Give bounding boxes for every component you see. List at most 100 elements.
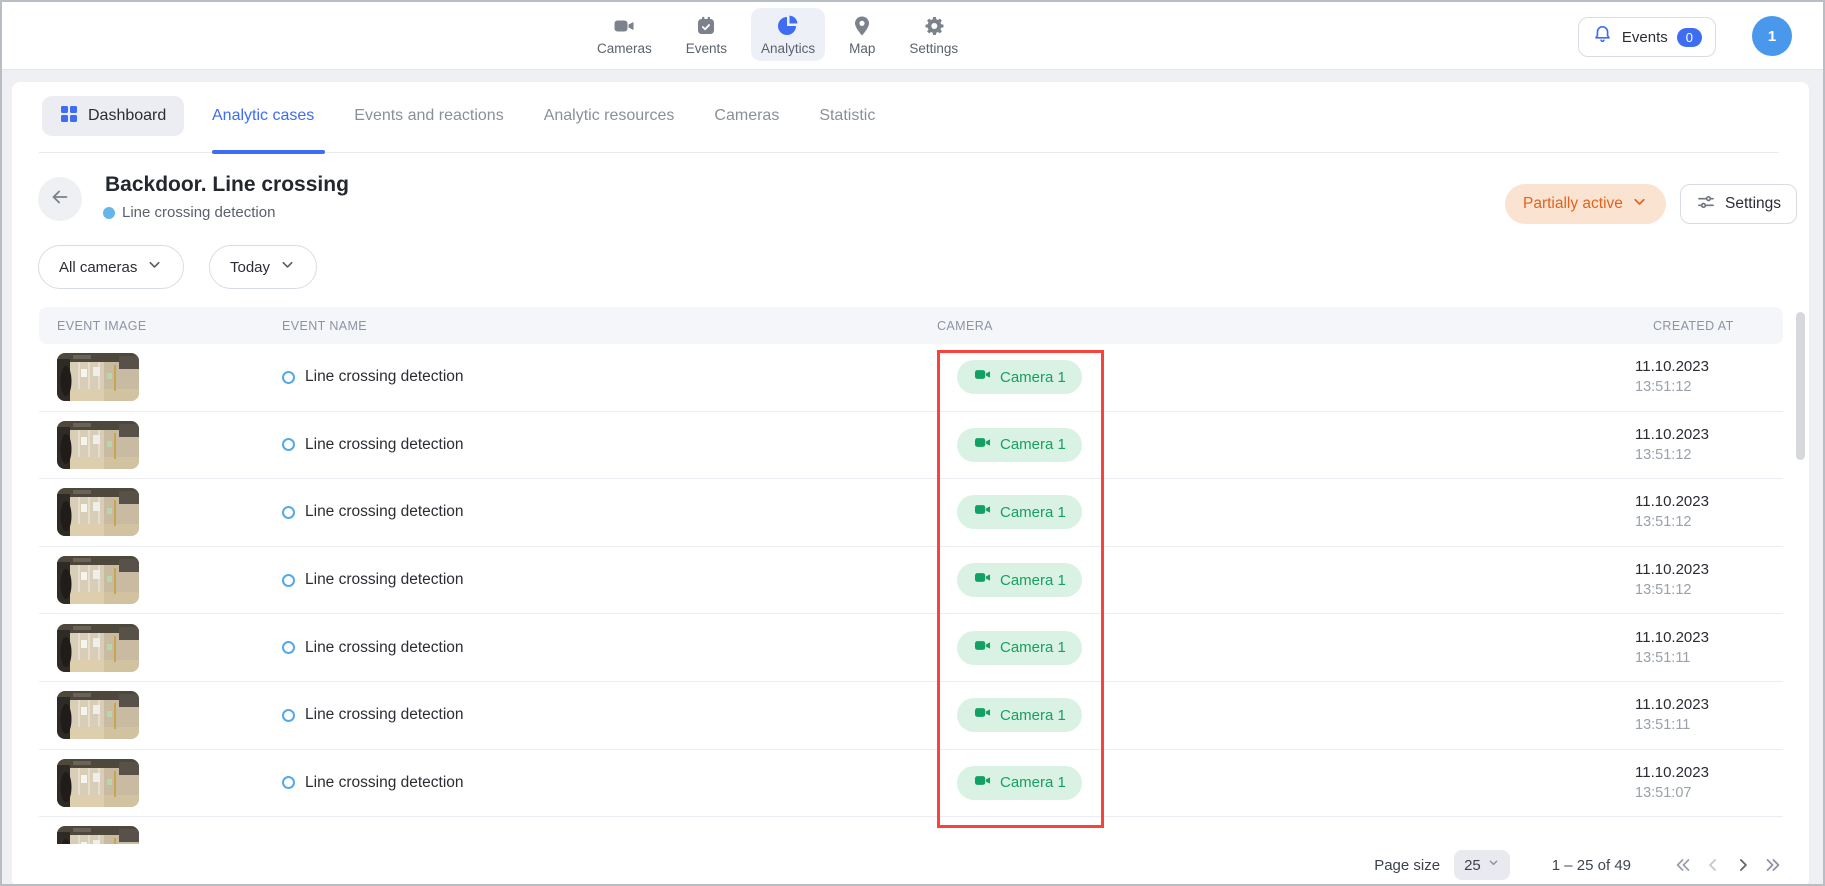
status-label: Partially active xyxy=(1523,195,1623,213)
camera-icon xyxy=(973,433,992,457)
chevron-down-icon xyxy=(1487,856,1500,874)
dashboard-button[interactable]: Dashboard xyxy=(42,96,184,136)
event-thumbnail[interactable] xyxy=(57,353,139,401)
tab-analytic-resources[interactable]: Analytic resources xyxy=(544,107,675,125)
table-row[interactable]: Line crossing detection Camera 1 11.10.2… xyxy=(39,750,1783,818)
page-size-dropdown[interactable]: 25 xyxy=(1454,850,1510,880)
main-navigation: Cameras Events Analytics Map xyxy=(587,8,968,61)
camera-badge[interactable]: Camera 1 xyxy=(957,563,1082,597)
table-row[interactable]: Line crossing detection Camera 1 11.10.2… xyxy=(39,547,1783,615)
event-time: 13:51:11 xyxy=(1635,648,1783,669)
tab-statistic[interactable]: Statistic xyxy=(819,107,875,125)
case-settings-label: Settings xyxy=(1725,195,1781,213)
pagination-buttons xyxy=(1673,855,1783,875)
camera-icon xyxy=(973,365,992,389)
event-image-cell xyxy=(39,624,264,672)
event-time: 13:51:12 xyxy=(1635,512,1783,533)
camera-badge[interactable]: Camera 1 xyxy=(957,631,1082,665)
event-name: Line crossing detection xyxy=(305,368,464,386)
nav-analytics[interactable]: Analytics xyxy=(751,8,825,61)
chevron-down-icon xyxy=(146,256,163,278)
camera-cell: Camera 1 xyxy=(919,563,1635,597)
status-dropdown[interactable]: Partially active xyxy=(1505,184,1666,224)
previous-page-button[interactable] xyxy=(1703,855,1723,875)
case-settings-button[interactable]: Settings xyxy=(1680,184,1797,224)
event-date: 11.10.2023 xyxy=(1635,762,1783,783)
nav-events[interactable]: Events xyxy=(676,8,737,61)
user-avatar[interactable]: 1 xyxy=(1752,16,1792,56)
event-thumbnail[interactable] xyxy=(57,488,139,536)
created-at-cell: 11.10.2023 13:51:11 xyxy=(1635,694,1783,736)
event-date: 11.10.2023 xyxy=(1635,356,1783,377)
last-page-button[interactable] xyxy=(1763,855,1783,875)
event-type-ring-icon xyxy=(282,709,295,722)
tab-analytic-cases[interactable]: Analytic cases xyxy=(212,107,314,125)
created-at-cell: 11.10.2023 13:51:12 xyxy=(1635,491,1783,533)
event-image-cell xyxy=(39,353,264,401)
nav-map[interactable]: Map xyxy=(839,8,885,61)
event-image-cell xyxy=(39,421,264,469)
camera-name: Camera 1 xyxy=(1000,572,1066,589)
created-at-cell: 11.10.2023 13:51:07 xyxy=(1635,762,1783,804)
event-time: 13:51:12 xyxy=(1635,377,1783,398)
next-page-button[interactable] xyxy=(1733,855,1753,875)
camera-icon xyxy=(973,703,992,727)
nav-cameras[interactable]: Cameras xyxy=(587,8,662,61)
camera-cell: Camera 1 xyxy=(919,766,1635,800)
nav-label: Events xyxy=(686,41,727,56)
sliders-icon xyxy=(1696,192,1716,217)
table-row[interactable]: Line crossing detection Camera 1 11.10.2… xyxy=(39,412,1783,480)
camera-badge[interactable]: Camera 1 xyxy=(957,495,1082,529)
calendar-check-icon xyxy=(694,14,718,38)
tab-events-and-reactions[interactable]: Events and reactions xyxy=(354,107,503,125)
table-body: Line crossing detection Camera 1 11.10.2… xyxy=(39,344,1783,847)
page-title: Backdoor. Line crossing xyxy=(105,173,349,197)
camera-badge[interactable]: Camera 1 xyxy=(957,698,1082,732)
events-table: EVENT IMAGE EVENT NAME CAMERA CREATED AT xyxy=(39,307,1783,847)
event-type-ring-icon xyxy=(282,506,295,519)
event-type-ring-icon xyxy=(282,776,295,789)
nav-label: Cameras xyxy=(597,41,652,56)
nav-label: Map xyxy=(849,41,875,56)
table-row[interactable]: Line crossing detection Camera 1 11.10.2… xyxy=(39,479,1783,547)
vertical-scrollbar-thumb[interactable] xyxy=(1796,312,1805,460)
camera-name: Camera 1 xyxy=(1000,436,1066,453)
back-button[interactable] xyxy=(38,177,82,221)
event-name-cell: Line crossing detection xyxy=(264,571,919,589)
camera-cell: Camera 1 xyxy=(919,631,1635,665)
chevron-down-icon xyxy=(1631,193,1648,215)
event-time: 13:51:12 xyxy=(1635,580,1783,601)
created-at-cell: 11.10.2023 13:51:12 xyxy=(1635,559,1783,601)
event-thumbnail[interactable] xyxy=(57,759,139,807)
camera-icon xyxy=(973,771,992,795)
event-image-cell xyxy=(39,488,264,536)
event-image-cell xyxy=(39,556,264,604)
first-page-button[interactable] xyxy=(1673,855,1693,875)
event-name-cell: Line crossing detection xyxy=(264,436,919,454)
camera-filter-dropdown[interactable]: All cameras xyxy=(38,245,184,289)
table-row[interactable]: Line crossing detection Camera 1 11.10.2… xyxy=(39,682,1783,750)
event-name: Line crossing detection xyxy=(305,639,464,657)
event-thumbnail[interactable] xyxy=(57,691,139,739)
top-bar: Cameras Events Analytics Map xyxy=(2,2,1823,70)
event-date: 11.10.2023 xyxy=(1635,424,1783,445)
camera-badge[interactable]: Camera 1 xyxy=(957,766,1082,800)
tab-cameras[interactable]: Cameras xyxy=(714,107,779,125)
camera-name: Camera 1 xyxy=(1000,639,1066,656)
table-row[interactable]: Line crossing detection Camera 1 11.10.2… xyxy=(39,344,1783,412)
camera-icon xyxy=(973,568,992,592)
nav-settings[interactable]: Settings xyxy=(899,8,968,61)
event-type-ring-icon xyxy=(282,641,295,654)
events-notifications-button[interactable]: Events 0 xyxy=(1578,17,1716,57)
table-row[interactable]: Line crossing detection Camera 1 11.10.2… xyxy=(39,614,1783,682)
event-thumbnail[interactable] xyxy=(57,421,139,469)
date-filter-dropdown[interactable]: Today xyxy=(209,245,317,289)
gear-icon xyxy=(922,14,946,38)
camera-badge[interactable]: Camera 1 xyxy=(957,428,1082,462)
pie-chart-icon xyxy=(776,14,800,38)
event-thumbnail[interactable] xyxy=(57,556,139,604)
camera-badge[interactable]: Camera 1 xyxy=(957,360,1082,394)
table-row[interactable]: 11.10.2023 xyxy=(39,817,1783,847)
event-thumbnail[interactable] xyxy=(57,624,139,672)
camera-icon xyxy=(973,636,992,660)
